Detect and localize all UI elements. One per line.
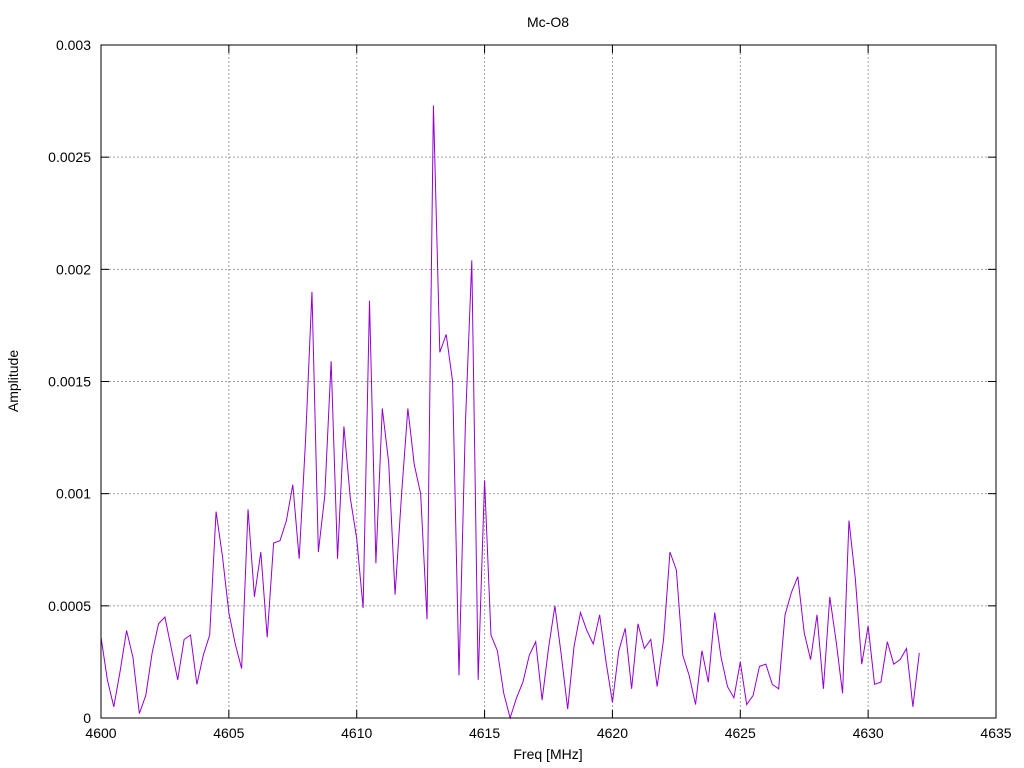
x-tick-label: 4605	[213, 725, 244, 741]
x-tick-label: 4615	[469, 725, 500, 741]
series-line	[100, 105, 920, 720]
y-tick-label: 0.0025	[48, 149, 91, 165]
x-tick-label: 4600	[85, 725, 116, 741]
x-tick-label: 4630	[853, 725, 884, 741]
y-tick-label: 0	[83, 710, 91, 726]
grid	[101, 45, 996, 718]
chart-title: Mc-O8	[527, 14, 569, 30]
y-axis-label: Amplitude	[5, 350, 21, 412]
y-tick-label: 0.003	[56, 37, 91, 53]
series-layer	[100, 105, 920, 720]
y-tick-label: 0.0005	[48, 598, 91, 614]
chart: Mc-O8 4600 4605 4610 4615 4620 4625 4630 4635 0…	[5, 14, 1012, 762]
y-tick-label: 0.002	[56, 261, 91, 277]
y-tick-label: 0.0015	[48, 374, 91, 390]
y-tick-label: 0.001	[56, 486, 91, 502]
x-tick-label: 4610	[341, 725, 372, 741]
x-axis-label: Freq [MHz]	[513, 746, 582, 762]
x-axis: 4600 4605 4610 4615 4620 4625 4630 4635	[85, 45, 1012, 741]
x-tick-label: 4625	[725, 725, 756, 741]
x-tick-label: 4620	[597, 725, 628, 741]
x-tick-label: 4635	[980, 725, 1011, 741]
